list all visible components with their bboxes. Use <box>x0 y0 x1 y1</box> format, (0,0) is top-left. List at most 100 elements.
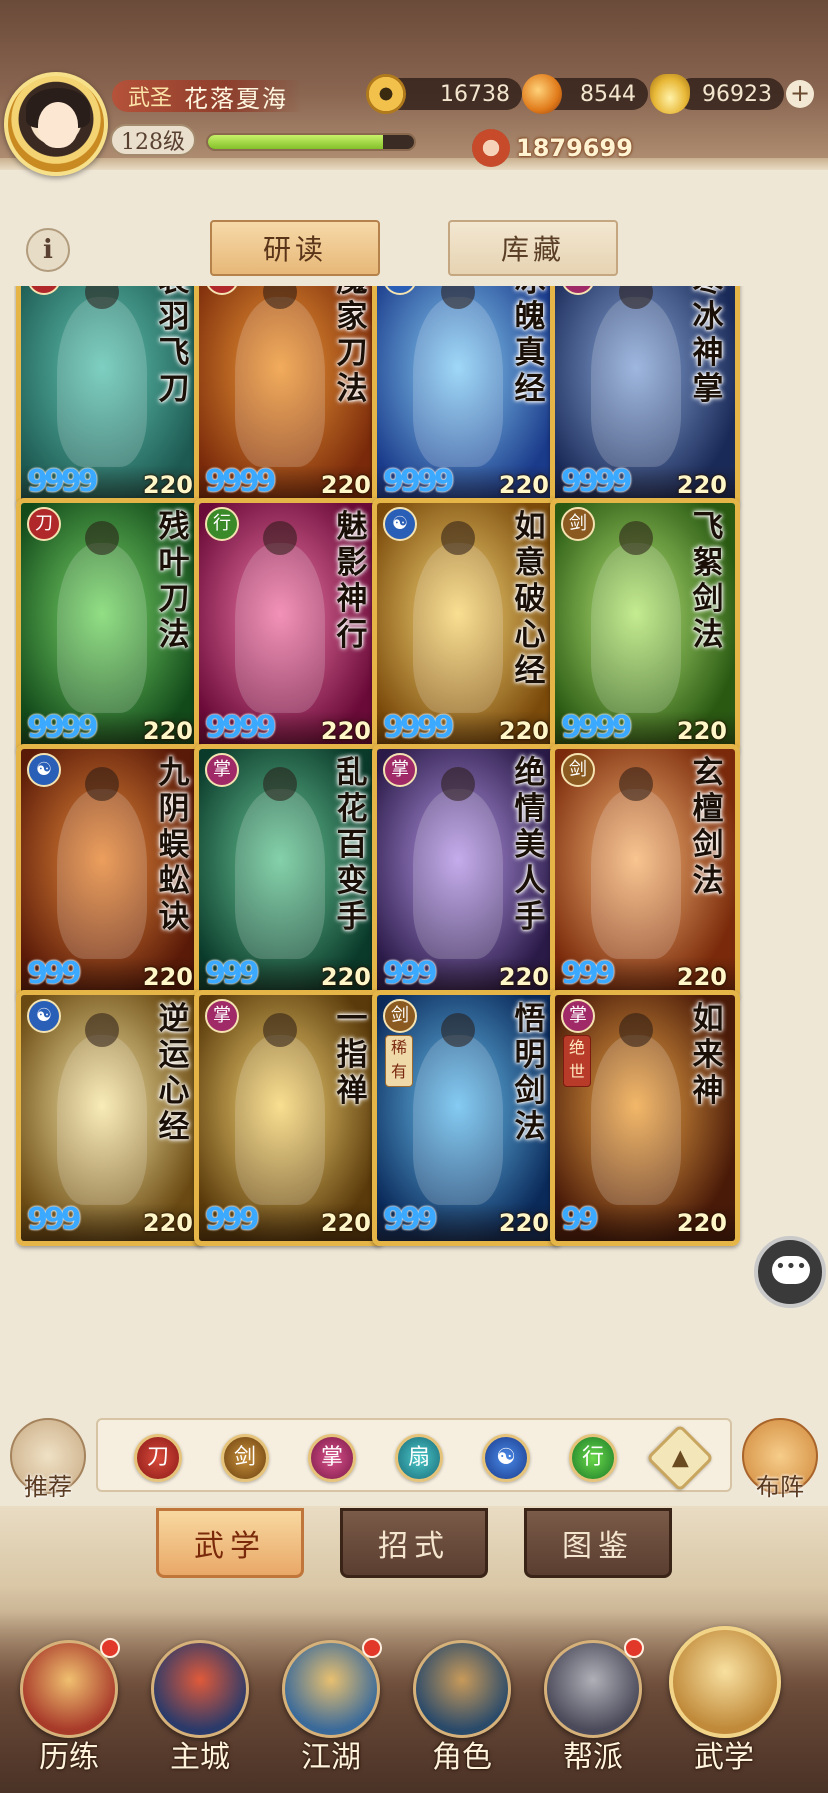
skill-card[interactable]: ☯ 如意破心经 9999 220 <box>372 498 562 754</box>
skill-card[interactable]: 剑 飞絮剑法 9999 220 <box>550 498 740 754</box>
skill-card[interactable]: 刀魔家刀法9999220 <box>194 286 384 508</box>
skill-card[interactable]: 刀 残叶刀法 9999 220 <box>16 498 206 754</box>
add-currency-button[interactable]: + <box>786 80 814 108</box>
skill-level: 220 <box>142 717 193 745</box>
skill-level: 220 <box>498 471 549 499</box>
skill-card-character <box>413 521 503 713</box>
filter-glyph: 刀 <box>146 1445 169 1470</box>
skill-card-character <box>591 521 681 713</box>
skill-level: 220 <box>320 1209 371 1237</box>
ingot-counter[interactable]: 96923 <box>650 74 784 114</box>
blade-icon: 刀 <box>27 507 61 541</box>
skill-star-rating: 999 <box>205 1202 260 1237</box>
nav-guild[interactable]: 帮派 <box>538 1630 648 1780</box>
nav-training[interactable]: 历练 <box>14 1630 124 1780</box>
rank-title: 武圣 <box>128 86 173 111</box>
tab-codex[interactable]: 图鉴 <box>524 1508 672 1578</box>
palm-icon: 掌 <box>205 999 239 1033</box>
ingot-value: 96923 <box>702 81 772 107</box>
skill-name: 绝情美人手 <box>514 755 546 935</box>
nav-jianghu[interactable]: 江湖 <box>276 1630 386 1780</box>
skill-card[interactable]: 掌 绝情美人手 999 220 <box>372 744 562 1000</box>
skill-card[interactable]: 掌绝世 如来神 99 220 <box>550 990 740 1246</box>
tab-moves[interactable]: 招式 <box>340 1508 488 1578</box>
leaf-filter-icon[interactable]: 行 <box>569 1434 617 1482</box>
skill-card-character <box>235 1013 325 1205</box>
avatar-face <box>38 102 78 148</box>
skill-card[interactable]: 掌 乱花百变手 999 220 <box>194 744 384 1000</box>
skill-card[interactable]: 行 魅影神行 9999 220 <box>194 498 384 754</box>
filter-glyph: 剑 <box>233 1445 256 1470</box>
tab-study[interactable]: 研读 <box>210 220 380 276</box>
tab-martial-arts[interactable]: 武学 <box>156 1508 304 1578</box>
skill-name: 如意破心经 <box>514 509 546 689</box>
player-avatar[interactable] <box>4 72 108 176</box>
formation-button[interactable]: 布阵 <box>742 1418 818 1501</box>
skill-name: 冰魄真经 <box>514 286 546 407</box>
leaf-icon: 行 <box>205 507 239 541</box>
nav-label: 帮派 <box>563 1740 623 1775</box>
sword-icon: 剑 <box>561 507 595 541</box>
fruit-counter[interactable]: 8544 <box>522 74 648 114</box>
spirit-filter-icon[interactable]: ☯ <box>482 1434 530 1482</box>
recommend-label: 推荐 <box>24 1473 72 1501</box>
chat-bubble-icon: ••• <box>772 1256 810 1284</box>
info-button[interactable]: i <box>26 228 70 272</box>
skill-level: 220 <box>676 1209 727 1237</box>
skill-star-rating: 999 <box>27 1202 82 1237</box>
skill-card-character <box>235 286 325 467</box>
nav-main-city[interactable]: 主城 <box>145 1630 255 1780</box>
palm-icon: 掌 <box>561 999 595 1033</box>
skill-star-rating: 99 <box>561 1202 599 1237</box>
nav-label: 江湖 <box>301 1740 361 1775</box>
skill-star-rating: 9999 <box>561 710 632 745</box>
recommend-button[interactable]: 推荐 <box>10 1418 86 1501</box>
sword-icon: 剑 <box>383 999 417 1033</box>
skill-card-character <box>57 767 147 959</box>
sword-filter-icon[interactable]: 剑 <box>221 1434 269 1482</box>
skill-type-filter-bar: 刀 剑 掌 扇 ☯ 行 ▲ <box>96 1418 732 1492</box>
skill-name: 残叶刀法 <box>158 509 190 653</box>
fan-filter-icon[interactable]: 扇 <box>395 1434 443 1482</box>
combat-power: 1879699 <box>472 128 633 168</box>
skill-card[interactable]: 剑稀有 悟明剑法 999 220 <box>372 990 562 1246</box>
skill-star-rating: 9999 <box>205 464 276 499</box>
skill-star-rating: 999 <box>383 1202 438 1237</box>
nav-martial-arts-icon <box>669 1626 781 1738</box>
nav-label: 主城 <box>170 1740 230 1775</box>
skill-card[interactable]: 剑 玄檀剑法 999 220 <box>550 744 740 1000</box>
skill-star-rating: 9999 <box>561 464 632 499</box>
nav-character[interactable]: 角色 <box>407 1630 517 1780</box>
rarity-tag: 绝世 <box>563 1035 591 1087</box>
nav-main-city-icon <box>151 1640 249 1738</box>
skill-name: 魅影神行 <box>336 509 368 653</box>
skill-card[interactable]: ☯ 九阴蜈蚣诀 999 220 <box>16 744 206 1000</box>
skill-level: 220 <box>498 963 549 991</box>
skill-level: 220 <box>320 471 371 499</box>
chat-button[interactable]: ••• <box>754 1236 826 1308</box>
nav-martial-arts[interactable]: 武学 <box>669 1626 781 1780</box>
skill-card-character <box>57 286 147 467</box>
skill-card[interactable]: ☯ 逆运心经 999 220 <box>16 990 206 1246</box>
collapse-up-icon[interactable]: ▲ <box>646 1424 714 1492</box>
palm-filter-icon[interactable]: 掌 <box>308 1434 356 1482</box>
rank-name-banner: 武圣 花落夏海 <box>112 80 302 113</box>
player-level: 128级 <box>110 124 196 156</box>
combat-power-icon <box>472 129 510 167</box>
skill-level: 220 <box>676 471 727 499</box>
skill-card[interactable]: 掌寒冰神掌9999220 <box>550 286 740 508</box>
skill-name: 如来神 <box>692 1001 724 1109</box>
skill-card[interactable]: 刀哀羽飞刀9999220 <box>16 286 206 508</box>
copper-coin-counter[interactable]: 16738 <box>366 74 522 114</box>
spirit-icon: ☯ <box>383 507 417 541</box>
filter-glyph: 扇 <box>407 1445 430 1470</box>
formation-label: 布阵 <box>756 1473 804 1501</box>
skill-card[interactable]: ☯冰魄真经9999220 <box>372 286 562 508</box>
blade-filter-icon[interactable]: 刀 <box>134 1434 182 1482</box>
tab-collection[interactable]: 库藏 <box>448 220 618 276</box>
skill-name: 玄檀剑法 <box>692 755 724 899</box>
skill-level: 220 <box>498 1209 549 1237</box>
skill-level: 220 <box>676 717 727 745</box>
skill-card[interactable]: 掌 一指禅 999 220 <box>194 990 384 1246</box>
skill-star-rating: 999 <box>205 956 260 991</box>
